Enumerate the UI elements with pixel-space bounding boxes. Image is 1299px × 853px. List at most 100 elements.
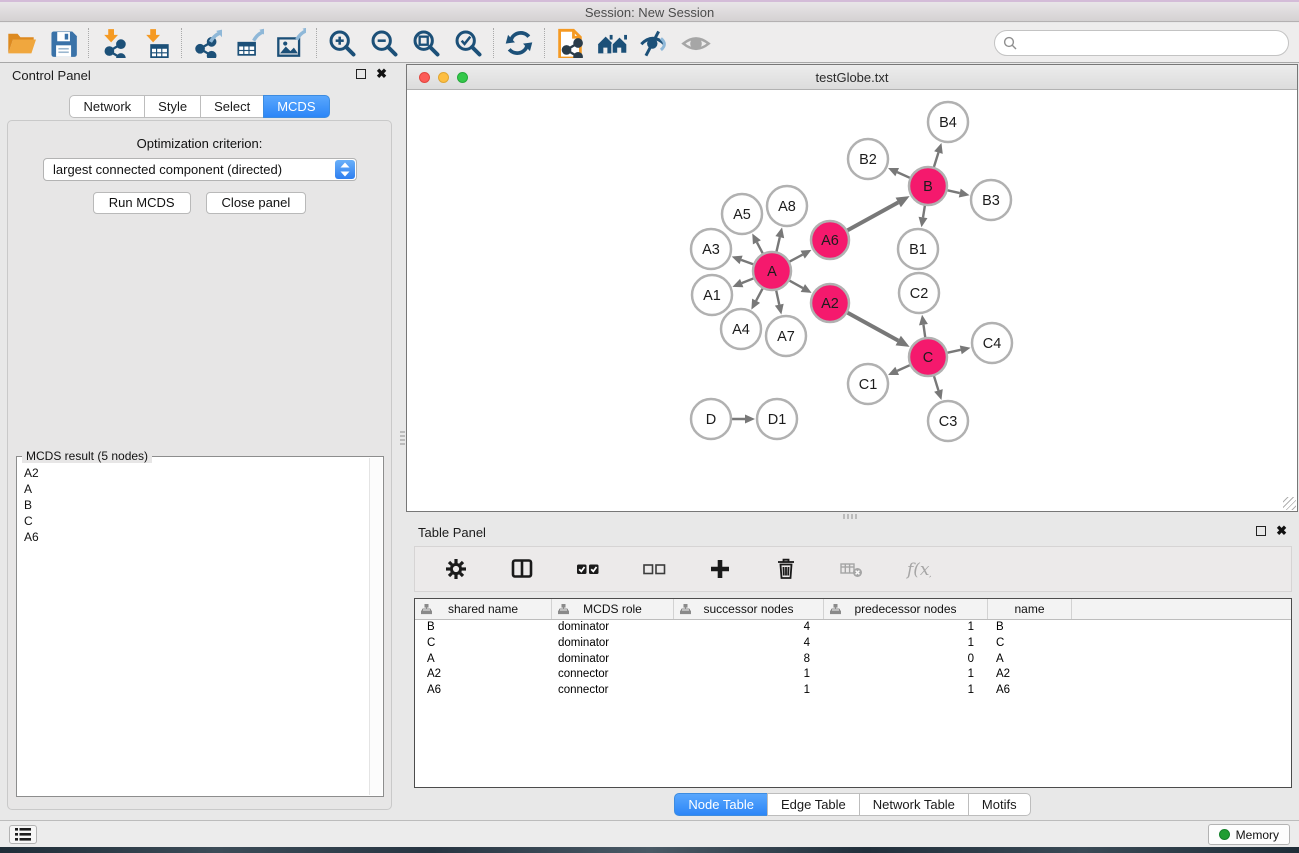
- graph-node-A1[interactable]: A1: [692, 275, 732, 315]
- mcds-result-item[interactable]: B: [24, 497, 383, 513]
- svg-text:A7: A7: [777, 329, 795, 345]
- import-network-icon[interactable]: [93, 26, 135, 60]
- export-table-icon[interactable]: [228, 26, 270, 60]
- mcds-result-item[interactable]: A2: [24, 465, 383, 481]
- graph-edge-arrow-A-A8: [775, 227, 784, 238]
- mcds-result-item[interactable]: A6: [24, 529, 383, 545]
- import-table-icon[interactable]: [135, 26, 177, 60]
- table-settings-icon[interactable]: [435, 552, 477, 586]
- show-all-icon: [675, 26, 717, 60]
- new-network-from-selection-icon[interactable]: [549, 26, 591, 60]
- table-row[interactable]: A2connector11A2: [415, 667, 1291, 683]
- graph-node-C4[interactable]: C4: [972, 323, 1012, 363]
- graph-edge-A6-B[interactable]: [844, 202, 898, 232]
- graph-node-B1[interactable]: B1: [898, 229, 938, 269]
- network-graph[interactable]: B4 B2 B B3 A8A5 A6 B1 A3 A C2 A1 A2 A4 A7 C4 C C1 D D1 C3: [407, 90, 1297, 511]
- memory-button[interactable]: Memory: [1208, 824, 1290, 845]
- graph-node-A8[interactable]: A8: [767, 186, 807, 226]
- close-panel-button[interactable]: Close panel: [206, 192, 307, 214]
- tab-select[interactable]: Select: [200, 95, 264, 118]
- tab-motifs[interactable]: Motifs: [968, 793, 1031, 816]
- graph-node-A3[interactable]: A3: [691, 229, 731, 269]
- export-network-icon[interactable]: [186, 26, 228, 60]
- tab-network-table[interactable]: Network Table: [859, 793, 969, 816]
- toggle-split-view-icon[interactable]: [501, 552, 543, 586]
- graph-edge-A2-C[interactable]: [844, 311, 898, 341]
- graph-node-A5[interactable]: A5: [722, 194, 762, 234]
- toolbar-separator: [88, 28, 89, 58]
- save-session-icon[interactable]: [42, 26, 84, 60]
- control-panel-tabs: NetworkStyleSelectMCDS: [0, 95, 399, 118]
- delete-columns-icon[interactable]: [765, 552, 807, 586]
- graph-node-B2[interactable]: B2: [848, 139, 888, 179]
- optimization-criterion-label: Optimization criterion:: [8, 136, 391, 151]
- table-row[interactable]: Bdominator41B: [415, 620, 1291, 636]
- graph-node-A6[interactable]: A6: [811, 221, 849, 259]
- graph-node-A4[interactable]: A4: [721, 309, 761, 349]
- create-column-icon[interactable]: [699, 552, 741, 586]
- graph-node-C2[interactable]: C2: [899, 273, 939, 313]
- open-session-icon[interactable]: [0, 26, 42, 60]
- svg-text:A3: A3: [702, 242, 720, 258]
- mcds-result-list[interactable]: A2ABCA6: [17, 457, 383, 545]
- column-header-predecessor-nodes[interactable]: predecessor nodes: [824, 599, 988, 619]
- graph-node-A7[interactable]: A7: [766, 316, 806, 356]
- graph-node-C[interactable]: C: [909, 338, 947, 376]
- horizontal-split-divider[interactable]: [406, 513, 1299, 520]
- close-table-panel-icon[interactable]: ✖: [1276, 525, 1287, 537]
- column-header-name[interactable]: name: [988, 599, 1072, 619]
- horizontal-split-grip[interactable]: [843, 514, 857, 519]
- column-header-successor-nodes[interactable]: successor nodes: [674, 599, 824, 619]
- export-image-icon[interactable]: [270, 26, 312, 60]
- graph-node-A[interactable]: A: [753, 252, 791, 290]
- table-row[interactable]: Adominator80A: [415, 652, 1291, 668]
- main-toolbar: [0, 23, 1299, 63]
- graph-node-C3[interactable]: C3: [928, 401, 968, 441]
- unselect-all-columns-icon[interactable]: [633, 552, 675, 586]
- close-panel-icon[interactable]: ✖: [376, 68, 387, 80]
- graph-node-C1[interactable]: C1: [848, 364, 888, 404]
- vertical-split-grip[interactable]: [400, 431, 405, 445]
- run-mcds-button[interactable]: Run MCDS: [93, 192, 191, 214]
- resize-grip-icon[interactable]: [1283, 497, 1296, 510]
- float-table-panel-icon[interactable]: [1256, 526, 1266, 536]
- graph-node-A2[interactable]: A2: [811, 284, 849, 322]
- tab-node-table[interactable]: Node Table: [674, 793, 768, 816]
- mcds-result-item[interactable]: C: [24, 513, 383, 529]
- mcds-result-item[interactable]: A: [24, 481, 383, 497]
- float-panel-icon[interactable]: [356, 69, 366, 79]
- network-canvas[interactable]: B4 B2 B B3 A8A5 A6 B1 A3 A C2 A1 A2 A4 A7 C4 C C1 D D1 C3: [407, 90, 1297, 511]
- toolbar-separator: [316, 28, 317, 58]
- graph-node-B[interactable]: B: [909, 167, 947, 205]
- task-history-button[interactable]: [9, 825, 37, 844]
- optimization-criterion-select[interactable]: largest connected component (directed): [43, 158, 357, 181]
- table-cell: 4: [674, 620, 824, 636]
- search-input[interactable]: [994, 30, 1289, 56]
- first-neighbors-icon[interactable]: [591, 26, 633, 60]
- apply-preferred-layout-icon[interactable]: [498, 26, 540, 60]
- zoom-in-icon[interactable]: [321, 26, 363, 60]
- graph-edge-arrow-D-D1: [745, 415, 755, 424]
- tab-network[interactable]: Network: [69, 95, 145, 118]
- zoom-selected-icon[interactable]: [447, 26, 489, 60]
- hide-selected-icon[interactable]: [633, 26, 675, 60]
- select-all-columns-icon[interactable]: [567, 552, 609, 586]
- zoom-out-icon[interactable]: [363, 26, 405, 60]
- graph-node-B4[interactable]: B4: [928, 102, 968, 142]
- graph-node-B3[interactable]: B3: [971, 180, 1011, 220]
- zoom-fit-content-icon[interactable]: [405, 26, 447, 60]
- column-header-MCDS-role[interactable]: MCDS role: [552, 599, 674, 619]
- graph-edge-arrow-A-A3: [732, 256, 743, 264]
- tab-style[interactable]: Style: [144, 95, 201, 118]
- tab-edge-table[interactable]: Edge Table: [767, 793, 860, 816]
- graph-edge-arrow-B-B3: [959, 189, 970, 198]
- svg-text:C3: C3: [939, 414, 958, 430]
- table-row[interactable]: A6connector11A6: [415, 683, 1291, 699]
- vertical-split-divider[interactable]: [399, 63, 406, 820]
- column-header-shared-name[interactable]: shared name: [415, 599, 552, 619]
- result-scrollbar[interactable]: [369, 458, 382, 795]
- graph-node-D[interactable]: D: [691, 399, 731, 439]
- graph-node-D1[interactable]: D1: [757, 399, 797, 439]
- tab-mcds[interactable]: MCDS: [263, 95, 329, 118]
- table-row[interactable]: Cdominator41C: [415, 636, 1291, 652]
